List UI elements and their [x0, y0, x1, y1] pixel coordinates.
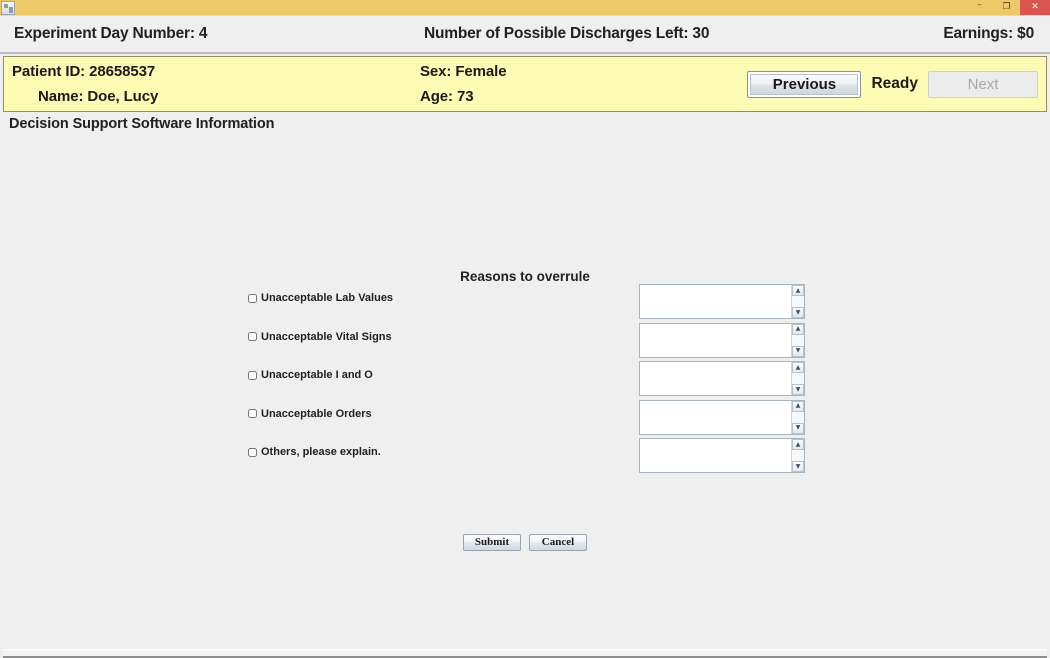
patient-sex: Sex: Female: [420, 63, 507, 80]
title-bar: – ❐ ✕: [0, 0, 1050, 16]
discharges-left-label: Number of Possible Discharges Left: 30: [424, 25, 710, 42]
overrule-reasons-list: Unacceptable Lab Values ▲ ▼ Unacceptable…: [3, 284, 1047, 485]
scroll-up-icon[interactable]: ▲: [792, 400, 804, 412]
patient-name: Name: Doe, Lucy: [38, 88, 159, 105]
reason-textarea-wrapper-vital-signs: ▲ ▼: [639, 322, 805, 358]
cancel-button[interactable]: Cancel: [529, 534, 587, 551]
vertical-scrollbar[interactable]: ▲ ▼: [791, 439, 804, 472]
reason-label: Unacceptable I and O: [261, 369, 373, 381]
reason-label: Unacceptable Orders: [261, 407, 372, 420]
restore-icon[interactable]: ❐: [993, 0, 1020, 15]
patient-info-bar: Patient ID: 28658537 Name: Doe, Lucy Sex…: [3, 56, 1047, 112]
overrule-form-title: Reasons to overrule: [460, 269, 590, 284]
vertical-scrollbar[interactable]: ▲ ▼: [791, 362, 804, 395]
earnings-label: Earnings: $0: [943, 25, 1034, 42]
scroll-down-icon[interactable]: ▼: [792, 422, 804, 434]
checkbox-input[interactable]: [248, 409, 257, 418]
scroll-down-glyph: ▼: [795, 424, 801, 431]
checkbox-input[interactable]: [248, 370, 257, 380]
reason-row: Unacceptable Orders ▲ ▼: [3, 399, 1047, 447]
reason-row: Others, please explain. ▲ ▼: [3, 438, 1047, 485]
scroll-down-icon[interactable]: ▼: [792, 384, 804, 395]
reason-textarea-wrapper-lab-values: ▲ ▼: [639, 284, 805, 319]
reason-textarea-wrapper-orders: ▲ ▼: [639, 399, 805, 435]
scroll-down-icon[interactable]: ▼: [792, 345, 804, 357]
previous-button[interactable]: Previous: [747, 70, 862, 98]
scrollbar-track[interactable]: [792, 296, 804, 307]
app-icon: [1, 0, 15, 15]
patient-nav-actions: Previous Ready Next: [747, 70, 1046, 98]
reason-textarea[interactable]: [640, 439, 791, 472]
scroll-down-icon[interactable]: ▼: [792, 461, 804, 472]
scrollbar-track[interactable]: [792, 450, 804, 461]
reason-row: Unacceptable Lab Values ▲ ▼: [3, 284, 1047, 331]
scroll-down-glyph: ▼: [795, 347, 801, 354]
reason-row: Unacceptable I and O ▲ ▼: [3, 361, 1047, 408]
status-badge: Ready: [871, 75, 918, 92]
patient-demographics-column: Sex: Female Age: 73: [420, 59, 720, 109]
scroll-up-icon[interactable]: ▲: [792, 362, 804, 373]
window-controls: – ❐ ✕: [966, 0, 1050, 15]
scroll-up-glyph: ▲: [795, 363, 801, 371]
vertical-scrollbar[interactable]: ▲ ▼: [791, 285, 804, 318]
reason-label: Others, please explain.: [261, 446, 381, 458]
decision-support-info-label: Decision Support Software Information: [9, 116, 275, 132]
scrollbar-track[interactable]: [792, 411, 804, 423]
reason-textarea[interactable]: [640, 285, 791, 318]
next-button[interactable]: Next: [928, 70, 1038, 98]
scroll-down-glyph: ▼: [795, 308, 801, 316]
checkbox-input[interactable]: [248, 293, 257, 303]
scrollbar-track[interactable]: [792, 334, 804, 346]
reason-label: Unacceptable Lab Values: [261, 292, 394, 304]
reason-checkbox-others[interactable]: Others, please explain.: [248, 446, 381, 458]
reason-checkbox-i-and-o[interactable]: Unacceptable I and O: [248, 369, 373, 381]
vertical-scrollbar[interactable]: ▲ ▼: [791, 400, 804, 434]
application-window: – ❐ ✕ Experiment Day Number: 4 Number of…: [0, 0, 1050, 658]
status-bar: [3, 649, 1047, 658]
experiment-day-label: Experiment Day Number: 4: [14, 25, 208, 42]
reason-checkbox-orders[interactable]: Unacceptable Orders: [248, 408, 372, 420]
scroll-up-icon[interactable]: ▲: [792, 323, 804, 335]
close-icon[interactable]: ✕: [1020, 0, 1050, 15]
scroll-up-glyph: ▲: [795, 286, 801, 294]
form-action-buttons: Submit Cancel: [3, 534, 1047, 551]
scroll-down-glyph: ▼: [795, 462, 801, 470]
scroll-up-glyph: ▲: [795, 325, 801, 332]
scroll-down-glyph: ▼: [795, 385, 801, 393]
patient-identity-column: Patient ID: 28658537 Name: Doe, Lucy: [12, 59, 420, 109]
patient-id: Patient ID: 28658537: [12, 63, 156, 80]
patient-age: Age: 73: [420, 88, 474, 105]
scroll-up-icon[interactable]: ▲: [792, 285, 804, 296]
checkbox-input[interactable]: [248, 332, 257, 341]
minimize-icon[interactable]: –: [966, 0, 993, 15]
reason-textarea[interactable]: [640, 323, 791, 357]
scroll-up-icon[interactable]: ▲: [792, 439, 804, 450]
reason-checkbox-vital-signs[interactable]: Unacceptable Vital Signs: [248, 331, 392, 343]
checkbox-input[interactable]: [248, 447, 257, 457]
reason-textarea-wrapper-others: ▲ ▼: [639, 438, 805, 473]
vertical-scrollbar[interactable]: ▲ ▼: [791, 323, 804, 357]
scrollbar-track[interactable]: [792, 373, 804, 384]
reason-label: Unacceptable Vital Signs: [261, 330, 392, 343]
scroll-up-glyph: ▲: [795, 402, 801, 409]
reason-textarea[interactable]: [640, 400, 791, 434]
main-content: Decision Support Software Information Re…: [3, 112, 1047, 649]
submit-button[interactable]: Submit: [463, 534, 521, 551]
reason-row: Unacceptable Vital Signs ▲ ▼: [3, 322, 1047, 370]
scroll-up-glyph: ▲: [795, 440, 801, 448]
experiment-header: Experiment Day Number: 4 Number of Possi…: [0, 16, 1050, 54]
scroll-down-icon[interactable]: ▼: [792, 307, 804, 318]
reason-textarea[interactable]: [640, 362, 791, 395]
reason-checkbox-lab-values[interactable]: Unacceptable Lab Values: [248, 292, 393, 304]
reason-textarea-wrapper-i-and-o: ▲ ▼: [639, 361, 805, 396]
